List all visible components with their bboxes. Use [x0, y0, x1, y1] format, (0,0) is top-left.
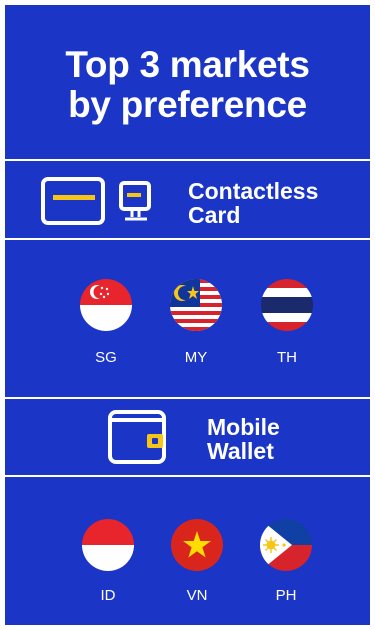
divider	[5, 159, 370, 161]
divider	[5, 238, 370, 240]
contactless-card-label: Contactless Card	[188, 178, 319, 228]
vietnam-flag-icon	[171, 519, 223, 571]
market-code-sg: SG	[95, 349, 117, 366]
market-code-id: ID	[100, 587, 116, 604]
divider	[5, 475, 370, 477]
singapore-flag-icon	[80, 279, 132, 331]
market-code-my: MY	[184, 349, 208, 366]
title-line-1: Top 3 markets	[65, 44, 310, 85]
card-terminal-icon	[119, 181, 151, 221]
malaysia-flag-icon	[170, 279, 222, 331]
page-title: Top 3 markets by preference	[5, 45, 370, 125]
infographic-panel: Top 3 markets by preference Contactless …	[5, 5, 370, 625]
mobile-wallet-label: Mobile Wallet	[207, 414, 280, 464]
thailand-flag-icon	[261, 279, 313, 331]
contactless-card-icon	[41, 177, 105, 225]
market-code-th: TH	[277, 349, 297, 366]
indonesia-flag-icon	[82, 519, 134, 571]
mobile-wallet-icon	[108, 410, 166, 464]
title-line-2: by preference	[68, 84, 307, 125]
market-code-vn: VN	[186, 587, 208, 604]
divider	[5, 397, 370, 399]
market-code-ph: PH	[275, 587, 297, 604]
philippines-flag-icon	[260, 519, 312, 571]
